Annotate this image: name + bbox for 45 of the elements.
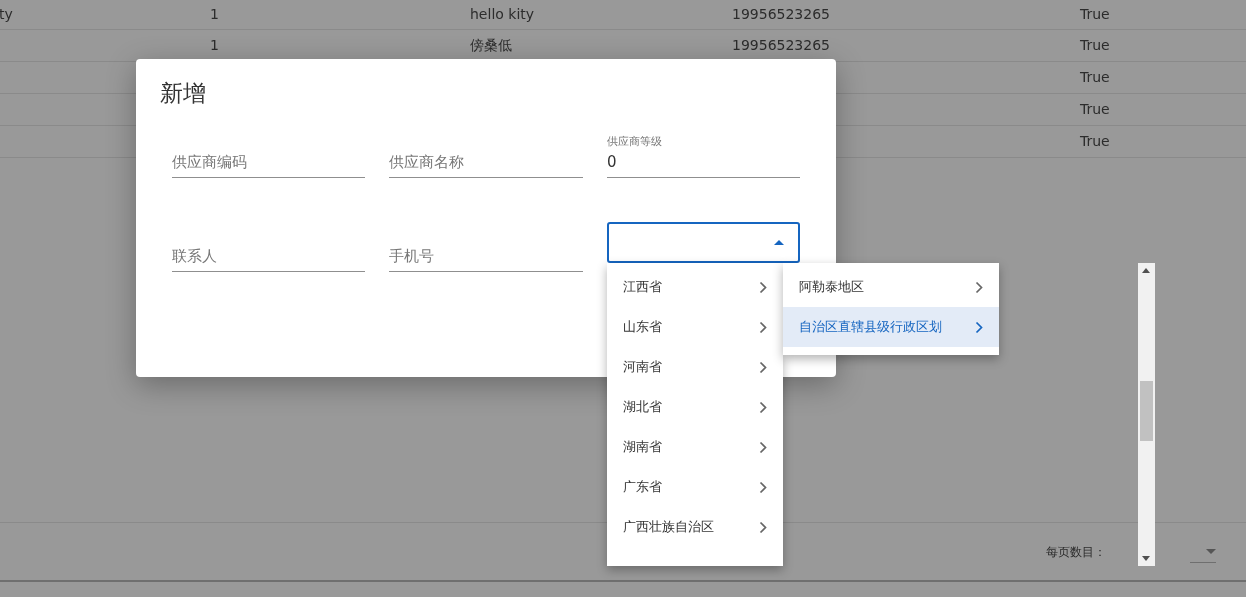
table-cell: True [1080, 37, 1110, 53]
field-label: 供应商等级 [607, 134, 663, 149]
chevron-right-icon [759, 320, 767, 334]
cascader-option[interactable]: 湖北省 [607, 387, 783, 427]
table-cell: True [1080, 133, 1110, 149]
cascader-option[interactable]: 广东省 [607, 467, 783, 507]
input-field[interactable]: 供应商编码 [172, 150, 365, 177]
input-field[interactable]: 0 [607, 150, 800, 177]
table-cell: 1 [210, 37, 219, 53]
cascader-option[interactable]: 山东省 [607, 307, 783, 347]
scroll-up-icon[interactable] [1142, 268, 1150, 273]
scrollbar[interactable] [1138, 263, 1155, 566]
table-cell: True [1080, 6, 1110, 22]
cascader-option[interactable]: 自治区直辖县级行政区划 [783, 307, 999, 347]
cascader-option[interactable]: 广西壮族自治区 [607, 507, 783, 547]
cascader-option[interactable]: 河南省 [607, 347, 783, 387]
input-field[interactable]: 手机号 [389, 244, 583, 271]
chevron-right-icon [975, 280, 983, 294]
table-cell: hello kity [470, 6, 535, 22]
chevron-right-icon [975, 320, 983, 334]
chevron-right-icon [759, 440, 767, 454]
chevron-right-icon [759, 280, 767, 294]
scroll-down-icon[interactable] [1142, 556, 1150, 561]
table-cell: True [1080, 69, 1110, 85]
chevron-right-icon [759, 520, 767, 534]
select-field[interactable] [607, 222, 800, 263]
scrollbar-thumb[interactable] [1140, 381, 1153, 441]
table-cell: True [1080, 101, 1110, 117]
table-cell: 19956523265 [732, 37, 830, 53]
dialog-title: 新增 [160, 79, 207, 108]
rows-per-page-label: 每页数目： [1046, 544, 1106, 561]
chevron-right-icon [759, 400, 767, 414]
cascader-option[interactable]: 阿勒泰地区 [783, 267, 999, 307]
input-field[interactable]: 供应商名称 [389, 150, 583, 177]
table-cell: ty [0, 6, 13, 22]
table-cell: 1 [210, 6, 219, 22]
table-cell: 傍桑低 [470, 37, 512, 53]
chevron-right-icon [759, 360, 767, 374]
caret-icon [774, 240, 784, 245]
cascader-option[interactable]: 湖南省 [607, 427, 783, 467]
dropdown-caret-icon [1206, 549, 1216, 554]
table-cell: 19956523265 [732, 6, 830, 22]
input-field[interactable]: 联系人 [172, 244, 365, 271]
cascader-option[interactable]: 江西省 [607, 267, 783, 307]
chevron-right-icon [759, 480, 767, 494]
